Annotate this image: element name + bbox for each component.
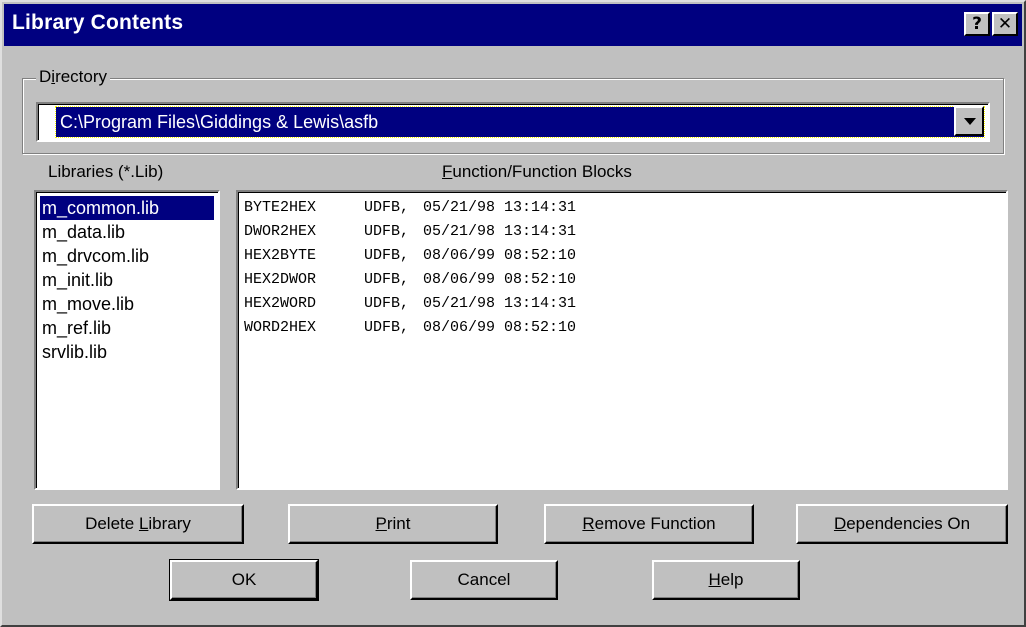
dependencies-on-button[interactable]: Dependencies On bbox=[796, 504, 1008, 544]
close-button[interactable]: ✕ bbox=[992, 12, 1018, 36]
libraries-label: Libraries (*.Lib) bbox=[48, 162, 164, 181]
functions-listbox[interactable]: BYTE2HEX UDFB, 05/21/98 13:14:31 DWOR2HEX… bbox=[236, 190, 1008, 490]
functions-label: Function/Function Blocks bbox=[442, 162, 632, 181]
directory-value[interactable]: C:\Program Files\Giddings & Lewis\asfb bbox=[55, 106, 985, 138]
help-button[interactable]: Help bbox=[652, 560, 800, 600]
list-item[interactable]: m_move.lib bbox=[40, 292, 214, 316]
list-item[interactable]: m_data.lib bbox=[40, 220, 214, 244]
chevron-down-icon bbox=[964, 118, 976, 125]
list-item[interactable]: HEX2BYTE UDFB, 08/06/99 08:52:10 bbox=[244, 244, 576, 268]
directory-label: Directory bbox=[36, 67, 111, 87]
list-item[interactable]: srvlib.lib bbox=[40, 340, 214, 364]
window-title: Library Contents bbox=[12, 11, 184, 34]
list-item[interactable]: HEX2DWOR UDFB, 08/06/99 08:52:10 bbox=[244, 268, 576, 292]
list-item[interactable]: HEX2WORD UDFB, 05/21/98 13:14:31 bbox=[244, 292, 576, 316]
libraries-listbox[interactable]: m_common.lib m_data.lib m_drvcom.lib m_i… bbox=[34, 190, 220, 490]
ok-button[interactable]: OK bbox=[169, 559, 319, 601]
list-item[interactable]: m_ref.lib bbox=[40, 316, 214, 340]
list-item[interactable]: m_init.lib bbox=[40, 268, 214, 292]
list-item[interactable]: m_common.lib bbox=[40, 196, 214, 220]
print-button[interactable]: Print bbox=[288, 504, 498, 544]
directory-dropdown-button[interactable] bbox=[954, 106, 984, 136]
title-bar[interactable]: Library Contents ? ✕ bbox=[4, 4, 1022, 46]
directory-combobox[interactable]: C:\Program Files\Giddings & Lewis\asfb bbox=[36, 102, 990, 142]
list-item[interactable]: m_drvcom.lib bbox=[40, 244, 214, 268]
question-mark-icon: ? bbox=[972, 14, 982, 34]
list-item[interactable]: WORD2HEX UDFB, 08/06/99 08:52:10 bbox=[244, 316, 576, 340]
help-title-button[interactable]: ? bbox=[964, 12, 990, 36]
list-item[interactable]: BYTE2HEX UDFB, 05/21/98 13:14:31 bbox=[244, 196, 576, 220]
list-item[interactable]: DWOR2HEX UDFB, 05/21/98 13:14:31 bbox=[244, 220, 576, 244]
cancel-button[interactable]: Cancel bbox=[410, 560, 558, 600]
close-icon: ✕ bbox=[997, 14, 1013, 34]
delete-library-button[interactable]: Delete Library bbox=[32, 504, 244, 544]
remove-function-button[interactable]: Remove Function bbox=[544, 504, 754, 544]
